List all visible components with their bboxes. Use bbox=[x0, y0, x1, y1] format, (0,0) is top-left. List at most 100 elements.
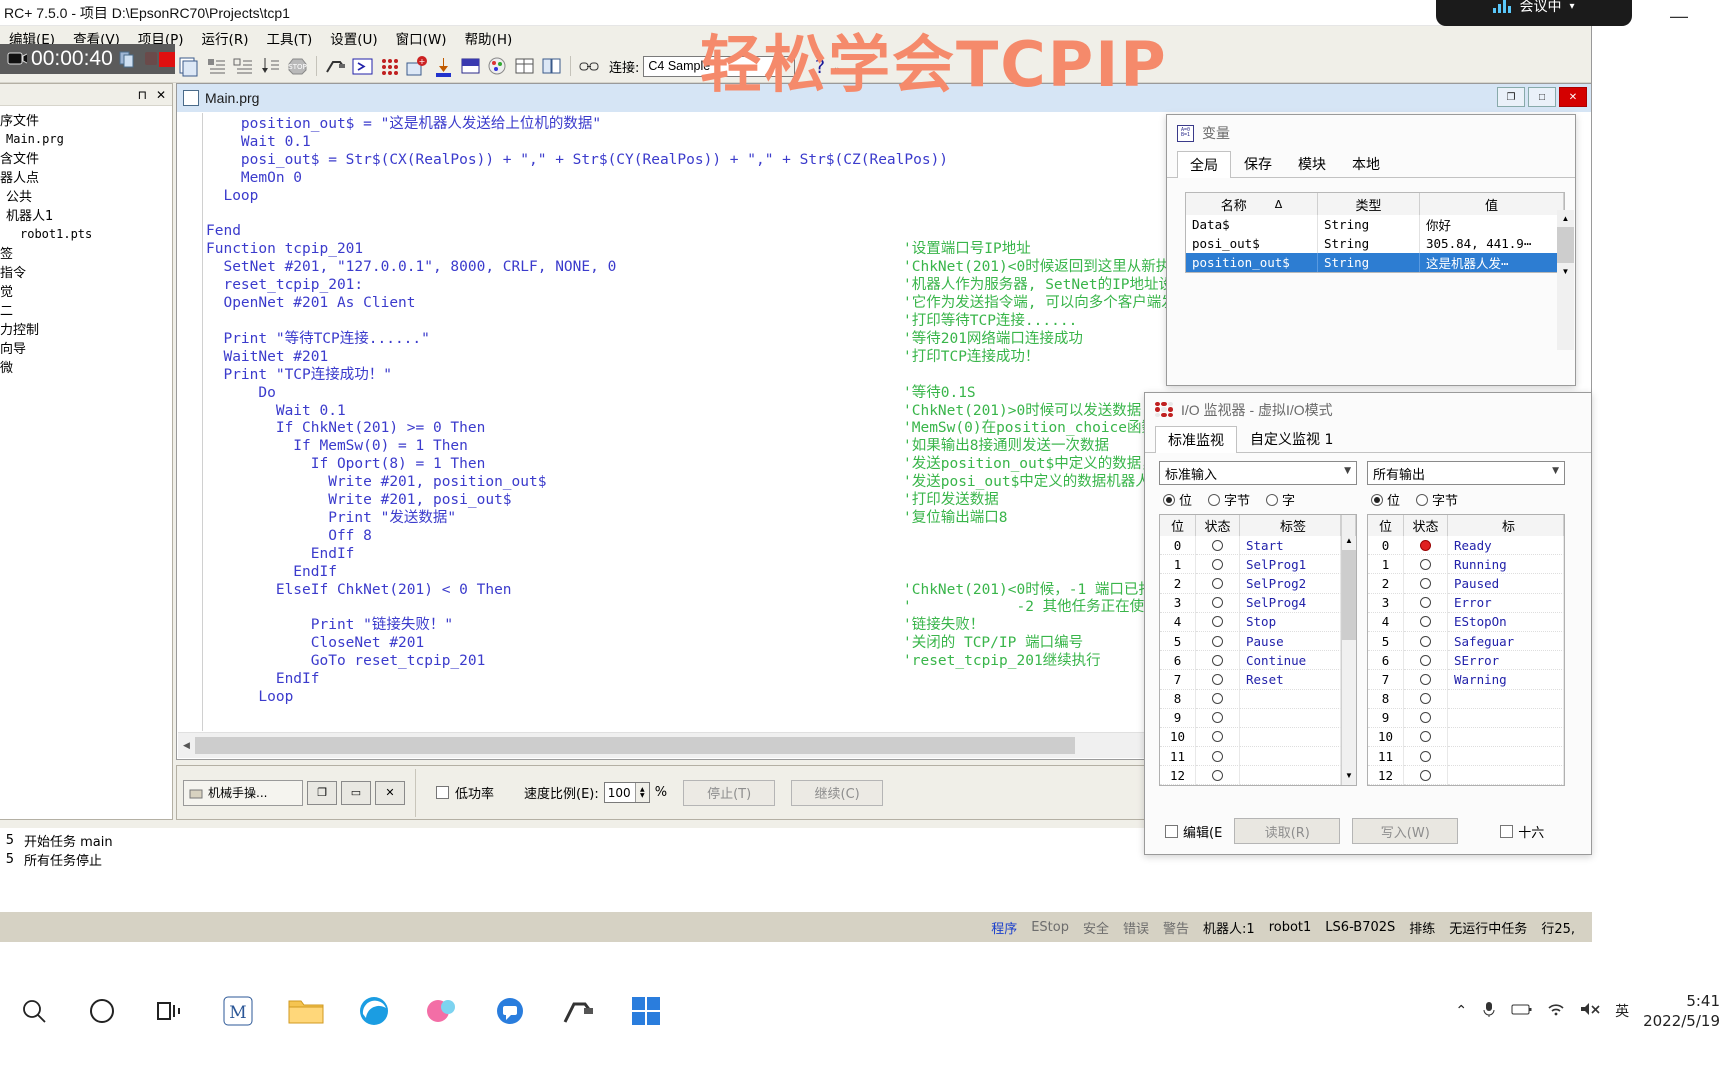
io-write-button[interactable]: 写入(W) bbox=[1352, 818, 1459, 844]
wifi-icon[interactable] bbox=[1547, 1002, 1565, 1020]
io-state-cell[interactable] bbox=[1196, 555, 1240, 575]
io-monitor-tab[interactable]: 标准监视 bbox=[1155, 426, 1237, 453]
io-hex-checkbox-box[interactable] bbox=[1500, 824, 1514, 838]
ime-language-indicator[interactable]: 英 bbox=[1615, 1001, 1629, 1021]
window-minimize-button[interactable]: — bbox=[1670, 6, 1688, 27]
indent-icon[interactable] bbox=[204, 54, 229, 78]
meeting-status-pill[interactable]: 会议中 ▾ bbox=[1436, 0, 1632, 26]
tree-item[interactable]: Main.prg bbox=[0, 129, 172, 148]
project-tree[interactable]: 序文件 Main.prg 含文件 器人点 公共 机器人1 robot1.pts 签指令觉二力控… bbox=[0, 106, 172, 376]
io-state-indicator-icon[interactable] bbox=[1420, 577, 1431, 589]
io-state-indicator-icon[interactable] bbox=[1420, 769, 1431, 781]
store-icon[interactable] bbox=[612, 961, 680, 1061]
menu-item-tools[interactable]: 工具(T) bbox=[257, 26, 321, 50]
volume-muted-icon[interactable] bbox=[1579, 1001, 1601, 1021]
chevron-down-icon[interactable]: ▾ bbox=[1569, 1, 1574, 12]
chat-icon[interactable] bbox=[476, 961, 544, 1061]
stop-button[interactable]: 停止(T) bbox=[683, 779, 776, 806]
io-state-cell[interactable] bbox=[1196, 708, 1240, 728]
table-row[interactable]: 8 bbox=[1160, 689, 1341, 709]
column-header-type[interactable]: 类型 bbox=[1318, 193, 1420, 215]
io-state-cell[interactable] bbox=[1196, 747, 1240, 767]
menu-item-window[interactable]: 窗口(W) bbox=[387, 26, 456, 50]
scroll-thumb[interactable] bbox=[1557, 227, 1574, 263]
variables-tab[interactable]: 保存 bbox=[1231, 150, 1285, 177]
table-row[interactable]: 1 SelProg1 bbox=[1160, 555, 1341, 575]
io-output-radio[interactable]: 位 bbox=[1371, 490, 1400, 509]
io-state-indicator-icon[interactable] bbox=[1212, 731, 1223, 743]
io-state-indicator-icon[interactable] bbox=[1420, 712, 1431, 724]
io-state-cell[interactable] bbox=[1196, 766, 1240, 786]
radio-dot-icon[interactable] bbox=[1371, 493, 1383, 506]
scroll-thumb[interactable] bbox=[195, 737, 1075, 754]
io-state-indicator-icon[interactable] bbox=[1420, 750, 1431, 762]
io-state-cell[interactable] bbox=[1404, 766, 1448, 786]
io-state-indicator-icon[interactable] bbox=[1212, 769, 1223, 781]
table-row[interactable]: 3 SelProg4 bbox=[1160, 593, 1341, 613]
io-state-indicator-icon[interactable] bbox=[1420, 693, 1431, 705]
io-state-cell[interactable] bbox=[1404, 747, 1448, 767]
io-input-scroll-track[interactable]: ▲ ▼ bbox=[1341, 536, 1356, 786]
search-icon[interactable] bbox=[0, 961, 68, 1061]
io-state-cell[interactable] bbox=[1404, 555, 1448, 575]
io-state-cell[interactable] bbox=[1404, 574, 1448, 594]
io-input-radio-group[interactable]: 位 字节 字 bbox=[1163, 490, 1357, 509]
table-row[interactable]: 8 bbox=[1368, 689, 1564, 709]
io-state-indicator-icon[interactable] bbox=[1212, 577, 1223, 589]
robot-manager-icon[interactable] bbox=[323, 54, 348, 78]
task-close-button[interactable]: ✕ bbox=[375, 780, 405, 805]
tree-item[interactable]: 向导 bbox=[0, 338, 172, 357]
microphone-icon[interactable] bbox=[1481, 1000, 1497, 1022]
radio-dot-icon[interactable] bbox=[1416, 493, 1429, 506]
io-output-select[interactable]: 所有输出 ▼ bbox=[1367, 461, 1565, 485]
table-row[interactable]: 6 SError bbox=[1368, 651, 1564, 671]
menu-item-settings[interactable]: 设置(U) bbox=[321, 26, 386, 50]
io-state-indicator-icon[interactable] bbox=[1420, 539, 1431, 551]
tree-item[interactable]: 序文件 bbox=[0, 110, 172, 129]
download-icon[interactable] bbox=[431, 54, 456, 78]
radio-dot-icon[interactable] bbox=[1208, 493, 1221, 506]
task-window-button[interactable]: 机械手操... bbox=[183, 779, 303, 806]
io-state-indicator-icon[interactable] bbox=[1212, 654, 1223, 666]
battery-icon[interactable] bbox=[1511, 1002, 1533, 1020]
source-code[interactable]: position_out$ = "这是机器人发送给上位机的数据" Wait 0.… bbox=[206, 116, 948, 707]
window-grid-icon[interactable] bbox=[539, 54, 564, 78]
low-power-checkbox[interactable]: 低功率 bbox=[436, 783, 494, 802]
io-state-cell[interactable] bbox=[1196, 670, 1240, 690]
task-restore-button[interactable]: ❐ bbox=[307, 780, 337, 805]
io-input-select[interactable]: 标准输入 ▼ bbox=[1159, 461, 1357, 485]
io-state-cell[interactable] bbox=[1404, 727, 1448, 748]
grid-icon[interactable] bbox=[512, 54, 537, 78]
menu-item-help[interactable]: 帮助(H) bbox=[456, 26, 522, 50]
variables-vertical-scrollbar[interactable]: ▲ ▼ bbox=[1557, 210, 1574, 350]
io-state-cell[interactable] bbox=[1196, 574, 1240, 594]
io-edit-checkbox[interactable]: 编辑(E bbox=[1165, 822, 1222, 841]
editor-close-button[interactable]: ✕ bbox=[1559, 87, 1587, 107]
io-state-cell[interactable] bbox=[1196, 593, 1240, 613]
scroll-up-icon[interactable]: ▲ bbox=[1557, 210, 1574, 227]
palette-icon[interactable] bbox=[485, 54, 510, 78]
variables-tab[interactable]: 本地 bbox=[1339, 150, 1393, 177]
spinner-arrows-icon[interactable]: ▲ ▼ bbox=[634, 783, 649, 802]
chevron-down-icon[interactable]: ▼ bbox=[1552, 466, 1559, 476]
table-row[interactable]: 4 EStopOn bbox=[1368, 612, 1564, 632]
table-row[interactable]: 4 Stop bbox=[1160, 612, 1341, 632]
table-row[interactable]: 7 Warning bbox=[1368, 670, 1564, 690]
io-state-indicator-icon[interactable] bbox=[1420, 654, 1431, 666]
variables-icon[interactable] bbox=[458, 54, 483, 78]
table-row[interactable]: 5 Pause bbox=[1160, 631, 1341, 652]
radio-dot-icon[interactable] bbox=[1266, 493, 1279, 506]
pin-icon[interactable]: ⊓ bbox=[138, 88, 147, 102]
io-state-indicator-icon[interactable] bbox=[1420, 635, 1431, 647]
io-state-indicator-icon[interactable] bbox=[1420, 673, 1431, 685]
io-edit-checkbox-box[interactable] bbox=[1165, 824, 1178, 838]
tree-item[interactable]: 觉 bbox=[0, 281, 172, 300]
io-state-cell[interactable] bbox=[1404, 593, 1448, 613]
command-window-icon[interactable] bbox=[350, 54, 375, 78]
continue-button[interactable]: 继续(C) bbox=[791, 779, 884, 806]
table-row[interactable]: 9 bbox=[1160, 708, 1341, 728]
table-row[interactable]: 10 bbox=[1368, 727, 1564, 748]
io-state-indicator-icon[interactable] bbox=[1212, 750, 1223, 762]
table-row[interactable]: 6 Continue bbox=[1160, 651, 1341, 671]
app-m-icon[interactable]: M bbox=[204, 961, 272, 1061]
